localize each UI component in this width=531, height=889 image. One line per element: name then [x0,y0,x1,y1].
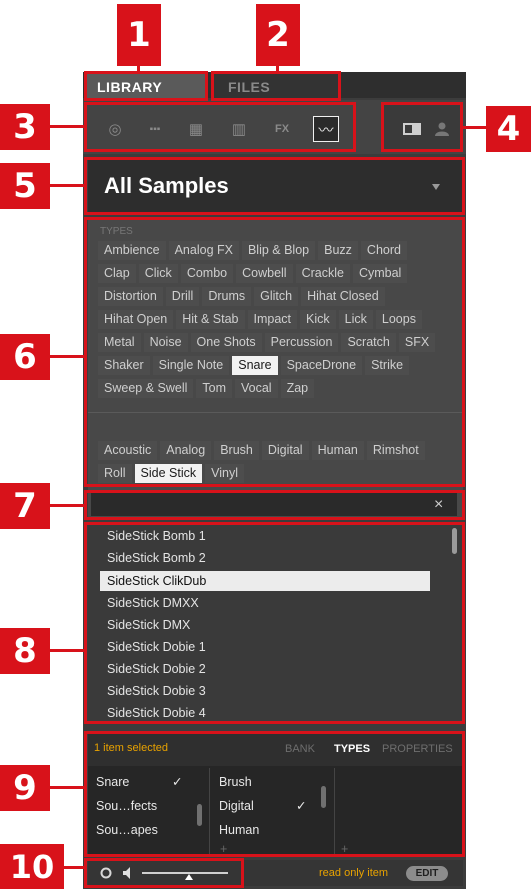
highlight-search-field [84,490,465,520]
callout-1: 1 [117,4,161,66]
highlight-file-type-selector [381,102,463,152]
callout-7: 7 [0,483,50,529]
highlight-files-tab [211,71,341,101]
highlight-content-selector [84,102,356,152]
callout-10: 10 [0,844,64,889]
callout-leader [276,64,279,74]
callout-leader [50,649,86,652]
callout-leader [137,64,140,74]
highlight-product-selector [84,157,465,215]
highlight-results-list [84,522,465,724]
edit-button-label: EDIT [415,868,439,879]
callout-leader [462,126,488,129]
callout-leader [50,184,86,187]
readonly-status: read only item [319,867,389,879]
callout-2: 2 [256,4,300,66]
callout-leader [50,125,86,128]
edit-button[interactable]: EDIT [406,866,448,881]
highlight-tag-filter [84,217,465,487]
callout-5: 5 [0,163,50,209]
callout-leader [64,866,86,869]
callout-leader [50,355,86,358]
callout-leader [50,504,86,507]
callout-3: 3 [0,104,50,150]
callout-6: 6 [0,334,50,380]
highlight-attribute-editor [84,731,465,857]
callout-4: 4 [486,106,531,152]
callout-9: 9 [0,765,50,811]
highlight-control-bar [84,858,244,888]
callout-8: 8 [0,628,50,674]
highlight-library-tab [84,71,208,101]
callout-leader [50,786,86,789]
